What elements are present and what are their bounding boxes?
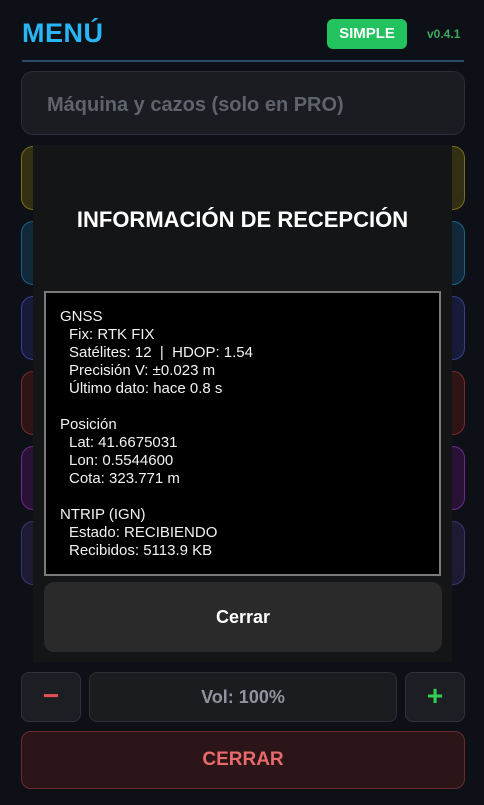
- close-menu-button[interactable]: CERRAR: [21, 731, 465, 789]
- page-title: MENÚ: [22, 18, 104, 48]
- position-cota: Cota: 323.771 m: [69, 470, 180, 487]
- volume-display: Vol: 100%: [89, 672, 397, 722]
- gnss-heading: GNSS: [60, 308, 103, 325]
- gnss-fix: Fix: RTK FIX: [69, 326, 155, 343]
- volume-down-button[interactable]: −: [21, 672, 81, 722]
- header-divider: [22, 60, 464, 62]
- position-lat: Lat: 41.6675031: [69, 434, 178, 451]
- position-lon: Lon: 0.5544600: [69, 452, 174, 469]
- machine-buckets-item[interactable]: Máquina y cazos (solo en PRO): [21, 71, 465, 135]
- volume-up-button[interactable]: +: [405, 672, 465, 722]
- mode-simple-button[interactable]: SIMPLE: [327, 19, 407, 49]
- ntrip-section: NTRIP (IGN) Estado: RECIBIENDO Recibidos…: [60, 506, 439, 560]
- machine-buckets-label: Máquina y cazos (solo en PRO): [47, 94, 344, 116]
- gnss-precision: Precisión V: ±0.023 m: [69, 362, 216, 379]
- header: MENÚ SIMPLE v0.4.1: [0, 0, 484, 62]
- dialog-close-button[interactable]: Cerrar: [44, 582, 442, 652]
- reception-info-dialog: INFORMACIÓN DE RECEPCIÓN GNSS Fix: RTK F…: [33, 145, 452, 662]
- reception-info-panel: GNSS Fix: RTK FIX Satélites: 12 | HDOP: …: [44, 291, 441, 576]
- dialog-title: INFORMACIÓN DE RECEPCIÓN: [76, 207, 409, 232]
- volume-controls: − Vol: 100% +: [0, 672, 484, 722]
- ntrip-heading: NTRIP (IGN): [60, 506, 146, 523]
- position-heading: Posición: [60, 416, 117, 433]
- gnss-satellites: Satélites: 12 | HDOP: 1.54: [69, 344, 253, 361]
- gnss-section: GNSS Fix: RTK FIX Satélites: 12 | HDOP: …: [60, 308, 439, 398]
- ntrip-received: Recibidos: 5113.9 KB: [69, 542, 213, 559]
- position-section: Posición Lat: 41.6675031 Lon: 0.5544600 …: [60, 416, 439, 488]
- ntrip-state: Estado: RECIBIENDO: [69, 524, 218, 541]
- version-label: v0.4.1: [427, 27, 461, 41]
- gnss-last-data: Último dato: hace 0.8 s: [69, 380, 223, 397]
